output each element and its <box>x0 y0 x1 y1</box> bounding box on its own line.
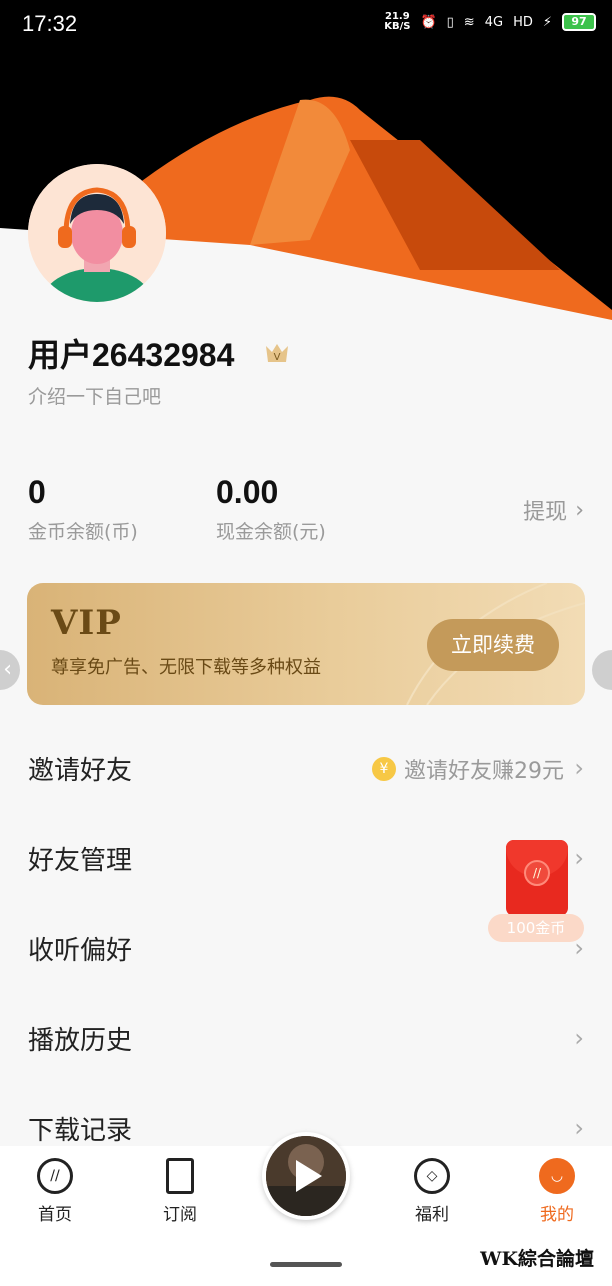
tab-profile[interactable]: ◡ 我的 <box>507 1146 607 1225</box>
cash-balance-value: 0.00 <box>216 474 279 510</box>
menu-item-label: 收听偏好 <box>28 936 133 966</box>
svg-text:V: V <box>274 352 281 363</box>
bookmark-icon <box>166 1158 194 1194</box>
now-playing-button[interactable] <box>262 1132 350 1220</box>
menu-item-play-history[interactable]: 播放历史 › <box>0 994 612 1084</box>
avatar[interactable] <box>28 164 166 302</box>
cash-balance-label: 现金余额(元) <box>216 521 326 543</box>
red-packet-badge: 100金币 <box>488 914 584 942</box>
chevron-right-icon: › <box>575 497 584 523</box>
renew-vip-button[interactable]: 立即续费 <box>427 619 559 671</box>
alarm-icon: ⏰ <box>420 14 437 30</box>
network-speed: 21.9 KB/S <box>384 11 411 32</box>
menu-item-invite-friends[interactable]: 邀请好友 ¥ 邀请好友赚29元 › <box>0 724 612 814</box>
vibrate-icon: ▯ <box>446 14 454 30</box>
username: 用户26432984 <box>28 337 235 373</box>
profile-icon: ◡ <box>539 1158 575 1194</box>
home-indicator[interactable] <box>270 1262 342 1267</box>
tab-home[interactable]: // 首页 <box>5 1146 105 1225</box>
coin-balance-value: 0 <box>28 474 46 510</box>
vip-card[interactable]: VIP 尊享免广告、无限下载等多种权益 立即续费 <box>27 583 585 705</box>
chevron-right-icon: › <box>574 1114 584 1142</box>
vip-crown-icon: V <box>266 344 288 363</box>
tab-label: 订阅 <box>163 1205 197 1225</box>
hd-icon: HD <box>513 14 533 30</box>
side-handle-icon[interactable] <box>592 650 612 690</box>
play-icon <box>296 1160 322 1192</box>
welfare-icon: ◇ <box>414 1158 450 1194</box>
tab-label: 福利 <box>415 1205 449 1225</box>
vip-title: VIP <box>51 603 122 643</box>
chevron-right-icon: › <box>574 754 584 782</box>
cash-balance[interactable]: 0.00 现金余额(元) <box>216 474 326 544</box>
coin-balance-label: 金币余额(币) <box>28 521 138 543</box>
vip-description: 尊享免广告、无限下载等多种权益 <box>51 657 321 678</box>
status-time: 17:32 <box>22 11 78 36</box>
charging-icon: ⚡ <box>542 14 552 30</box>
wifi-icon: ≋ <box>463 14 475 30</box>
red-packet-icon[interactable]: // <box>506 840 568 916</box>
tab-welfare[interactable]: ◇ 福利 <box>382 1146 482 1225</box>
withdraw-label: 提现 <box>523 500 568 525</box>
chevron-left-icon[interactable]: ‹ <box>0 650 20 690</box>
status-bar: 17:32 21.9 KB/S ⏰ ▯ ≋ 4G HD ⚡ 97 <box>0 0 612 48</box>
withdraw-button[interactable]: 提现 › <box>523 494 584 526</box>
menu-item-label: 好友管理 <box>28 846 133 876</box>
watermark: WK綜合論壇 <box>480 1248 594 1270</box>
tab-label: 首页 <box>38 1205 72 1225</box>
avatar-illustration <box>28 164 166 302</box>
menu-item-label: 邀请好友 <box>28 756 133 786</box>
signal-icon: 4G <box>484 14 504 30</box>
coin-icon: ¥ <box>372 757 396 781</box>
home-icon: // <box>37 1158 73 1194</box>
user-intro[interactable]: 介绍一下自己吧 <box>28 382 161 409</box>
invite-reward-hint: 邀请好友赚29元 <box>404 759 564 784</box>
chevron-right-icon: › <box>574 1024 584 1052</box>
tab-subscribe[interactable]: 订阅 <box>130 1146 230 1225</box>
chevron-right-icon: › <box>574 844 584 872</box>
menu-item-label: 播放历史 <box>28 1026 133 1056</box>
coin-balance[interactable]: 0 金币余额(币) <box>28 474 138 544</box>
tab-label: 我的 <box>540 1205 574 1225</box>
battery-icon: 97 <box>562 13 596 31</box>
menu-item-label: 下载记录 <box>28 1116 133 1146</box>
